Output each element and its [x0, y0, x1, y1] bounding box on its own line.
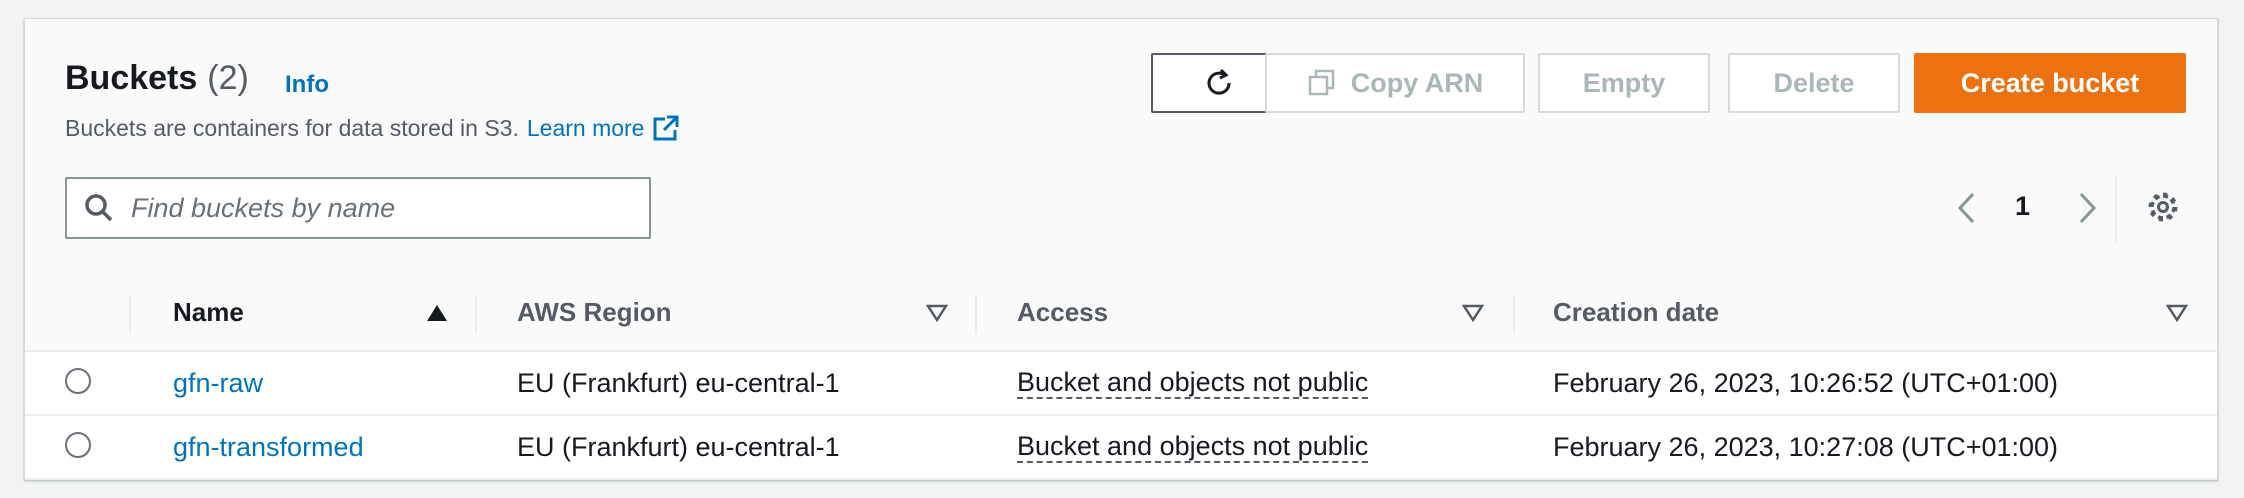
description-text: Buckets are containers for data stored i…: [65, 114, 519, 141]
search-box: [65, 177, 651, 239]
page-description: Buckets are containers for data stored i…: [65, 114, 680, 142]
bucket-name-link[interactable]: gfn-raw: [173, 368, 263, 399]
column-header-region[interactable]: AWS Region: [517, 275, 672, 350]
sort-ascending-icon[interactable]: [425, 303, 449, 323]
table-row: gfn-transformed EU (Frankfurt) eu-centra…: [25, 416, 2217, 480]
row-select-radio[interactable]: [65, 368, 91, 394]
sort-icon[interactable]: [1461, 303, 1485, 323]
bucket-creation-date: February 26, 2023, 10:26:52 (UTC+01:00): [1553, 367, 2059, 398]
current-page-number[interactable]: 1: [2015, 191, 2030, 222]
bucket-region: EU (Frankfurt) eu-central-1: [517, 431, 840, 462]
sort-icon[interactable]: [925, 303, 949, 323]
bucket-access[interactable]: Bucket and objects not public: [1017, 431, 1369, 463]
external-link-icon[interactable]: [652, 114, 680, 142]
table-header: Name AWS Region Access Creation date: [25, 275, 2217, 352]
gear-icon[interactable]: [2143, 187, 2183, 227]
delete-button[interactable]: Delete: [1728, 53, 1900, 113]
copy-icon: [1308, 69, 1334, 96]
copy-arn-button[interactable]: Copy ARN: [1265, 53, 1525, 113]
sort-icon[interactable]: [2165, 303, 2189, 323]
search-input[interactable]: [129, 191, 613, 225]
chevron-right-icon[interactable]: [2075, 191, 2099, 225]
title-text: Buckets: [65, 59, 198, 97]
page-title: Buckets (2): [65, 59, 249, 98]
learn-more-link[interactable]: Learn more: [527, 115, 645, 142]
pager-divider: [2115, 177, 2117, 243]
column-separator: [129, 295, 131, 333]
refresh-icon: [1207, 68, 1231, 95]
row-select-radio[interactable]: [65, 432, 91, 458]
column-header-access[interactable]: Access: [1017, 275, 1108, 350]
column-separator: [1513, 295, 1515, 333]
bucket-access[interactable]: Bucket and objects not public: [1017, 367, 1369, 399]
panel-header: Buckets (2) Info Buckets are containers …: [25, 19, 2217, 276]
bucket-count: (2): [207, 59, 249, 97]
empty-button[interactable]: Empty: [1538, 53, 1710, 113]
column-separator: [475, 295, 477, 333]
column-separator: [975, 295, 977, 333]
chevron-left-icon[interactable]: [1955, 191, 1979, 225]
column-header-name[interactable]: Name: [173, 275, 244, 350]
buckets-panel: Buckets (2) Info Buckets are containers …: [24, 18, 2218, 480]
column-header-creation-date[interactable]: Creation date: [1553, 275, 1719, 350]
table-row: gfn-raw EU (Frankfurt) eu-central-1 Buck…: [25, 352, 2217, 416]
info-link[interactable]: Info: [285, 71, 329, 99]
bucket-region: EU (Frankfurt) eu-central-1: [517, 367, 840, 398]
create-bucket-button[interactable]: Create bucket: [1914, 53, 2186, 113]
search-icon: [85, 194, 113, 222]
copy-arn-label: Copy ARN: [1350, 67, 1484, 98]
bucket-name-link[interactable]: gfn-transformed: [173, 432, 364, 463]
bucket-creation-date: February 26, 2023, 10:27:08 (UTC+01:00): [1553, 431, 2059, 462]
